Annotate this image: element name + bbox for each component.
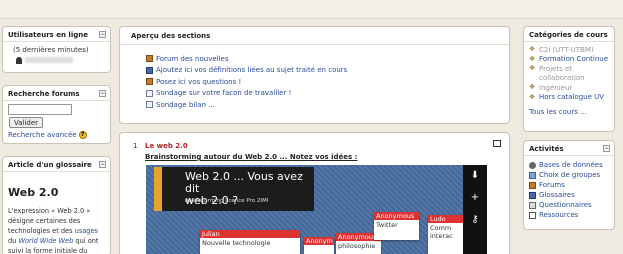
note-ludo: Ludo Comm interac: [428, 215, 463, 254]
glossary-entry-text: L'expression « Web 2.0 » désigne certain…: [8, 207, 99, 254]
slide-toolbar: ⬇ + ⚷: [463, 165, 487, 254]
activity-label[interactable]: Glossaires: [539, 191, 575, 199]
overview-item[interactable]: Sondage sur votre facon de travailler !: [146, 88, 504, 100]
user-icon: [16, 56, 22, 64]
collapse-icon[interactable]: −: [99, 161, 106, 168]
category-item[interactable]: ❖ C2i (UTT-UTBM): [529, 45, 609, 55]
category-icon: ❖: [529, 83, 536, 92]
glossary-icon: [529, 191, 536, 199]
all-courses-link[interactable]: Tous les cours ...: [529, 107, 609, 117]
block-title: Catégories de cours: [524, 27, 614, 42]
plus-icon[interactable]: +: [463, 187, 487, 209]
search-input[interactable]: [8, 104, 72, 115]
online-users-block: Utilisateurs en ligne − (5 dernières minu…: [2, 26, 111, 73]
category-item[interactable]: ❖ Projets et: [529, 64, 609, 74]
forum-icon: [529, 181, 536, 189]
category-item[interactable]: ❖ Hors catalogue UV: [529, 93, 609, 103]
activity-item[interactable]: Glossaires: [529, 190, 609, 200]
arrow-down-icon[interactable]: ⬇: [463, 165, 487, 187]
course-categories-block: Catégories de cours ❖ C2i (UTT-UTBM) ❖ Form…: [523, 26, 615, 132]
collapse-icon[interactable]: −: [99, 90, 106, 97]
category-icon: ❖: [529, 92, 536, 101]
activity-label[interactable]: Forums: [539, 181, 565, 189]
overview-item[interactable]: Ajoutez ici vos définitions liées au suj…: [146, 65, 504, 77]
glossary-icon: [146, 66, 153, 74]
category-label[interactable]: Ingénieur: [539, 84, 572, 92]
overview-item-label[interactable]: Ajoutez ici vos définitions liées au suj…: [156, 66, 347, 74]
activity-label[interactable]: Ressources: [539, 211, 578, 219]
overview-item-label[interactable]: Sondage sur votre facon de travailler !: [156, 89, 291, 97]
advanced-search-link[interactable]: Recherche avancée: [8, 131, 77, 139]
category-icon: ❖: [529, 64, 536, 73]
activity-item[interactable]: Bases de données: [529, 160, 609, 170]
slide-title-card: Web 2.0 ... Vous avez dit web 2.0 ? brain…: [154, 167, 314, 211]
activity-item[interactable]: Ressources: [529, 210, 609, 220]
survey-icon: [146, 101, 153, 109]
user-name-redacted: [25, 57, 73, 63]
activity-label[interactable]: Questionnaires: [539, 201, 592, 209]
sections-overview-block: Aperçu des sections Forum des nouvelles A…: [119, 26, 510, 124]
category-label[interactable]: collaboration: [539, 74, 585, 82]
note-anonymous-twitter: Anonymous Twitter: [374, 212, 419, 240]
category-label[interactable]: Projets et: [539, 65, 572, 73]
forum-icon: [146, 55, 153, 63]
section-toggle-icon[interactable]: [493, 140, 501, 147]
key-icon[interactable]: ⚷: [463, 209, 487, 231]
section-title: Le web 2.0: [145, 142, 188, 150]
overview-item-label[interactable]: Sondage bilan ...: [156, 101, 215, 109]
note-julian: Julian Nouvelle technologie: [200, 230, 300, 254]
activity-item[interactable]: Choix de groupes: [529, 170, 609, 180]
note-anonym: Anonym: [304, 237, 334, 254]
category-label[interactable]: C2i (UTT-UTBM): [539, 46, 594, 54]
usages-link[interactable]: usages: [75, 227, 98, 235]
block-title: Utilisateurs en ligne −: [3, 27, 110, 42]
www-link[interactable]: World Wide Web: [18, 237, 73, 245]
resource-icon: [529, 211, 536, 219]
category-item[interactable]: ❖collaboration: [529, 74, 609, 84]
collapse-icon[interactable]: −: [99, 31, 106, 38]
forum-icon: [146, 78, 153, 86]
category-icon: ❖: [529, 45, 536, 54]
slide-caption: brainstorming licence Pro 2IMI: [185, 198, 269, 204]
activities-block: Activités − Bases de données Choix de grou…: [523, 140, 615, 230]
survey-icon: [146, 89, 153, 97]
block-title: Activités −: [524, 141, 614, 156]
overview-item-label[interactable]: Posez ici vos questions !: [156, 78, 241, 86]
top-bar: [0, 0, 623, 19]
category-label[interactable]: Formation Continue: [539, 55, 608, 63]
search-forums-block: Recherche forums − Valider Recherche avan…: [2, 85, 111, 144]
submit-button[interactable]: Valider: [9, 117, 44, 128]
category-icon: ❖: [529, 54, 536, 63]
category-label[interactable]: Hors catalogue UV: [539, 93, 604, 101]
help-icon[interactable]: ?: [78, 131, 87, 139]
category-item[interactable]: ❖ Formation Continue: [529, 55, 609, 65]
collapse-icon[interactable]: −: [603, 145, 610, 152]
block-title: Recherche forums −: [3, 86, 110, 101]
overview-item[interactable]: Forum des nouvelles: [146, 53, 504, 65]
database-icon: [529, 161, 536, 169]
section-subtitle: Brainstorming autour du Web 2.0 ... Note…: [145, 153, 358, 161]
activity-item[interactable]: Questionnaires: [529, 200, 609, 210]
block-title: Aperçu des sections: [120, 27, 509, 45]
activity-label[interactable]: Choix de groupes: [539, 171, 600, 179]
glossary-entry-title: Web 2.0: [8, 186, 59, 199]
online-user[interactable]: [8, 55, 105, 65]
embedded-slide[interactable]: Web 2.0 ... Vous avez dit web 2.0 ? brain…: [146, 165, 487, 254]
activity-item[interactable]: Forums: [529, 180, 609, 190]
online-subtitle: (5 dernières minutes): [13, 46, 89, 54]
overview-item[interactable]: Posez ici vos questions !: [146, 76, 504, 88]
choice-icon: [529, 171, 536, 179]
category-item[interactable]: ❖ Ingénieur: [529, 83, 609, 93]
quiz-icon: [529, 201, 536, 209]
glossary-entry-block: Article d'un glossaire − Web 2.0 L'expres…: [2, 156, 111, 254]
block-title: Article d'un glossaire −: [3, 157, 110, 172]
overview-item[interactable]: Sondage bilan ...: [146, 99, 504, 111]
activity-label[interactable]: Bases de données: [539, 161, 603, 169]
section-number: 1: [133, 142, 138, 150]
overview-item-label[interactable]: Forum des nouvelles: [156, 55, 229, 63]
